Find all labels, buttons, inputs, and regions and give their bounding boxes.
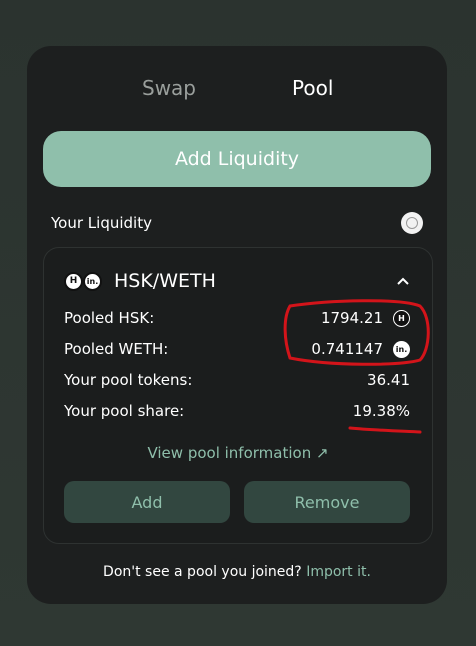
weth-token-icon: in.: [83, 271, 102, 291]
your-liquidity-title: Your Liquidity: [51, 214, 152, 232]
tab-swap[interactable]: Swap: [142, 76, 196, 100]
add-button[interactable]: Add: [64, 481, 230, 523]
pooled-weth-row: Pooled WETH: 0.741147 in.: [64, 340, 410, 362]
pool-share-label: Your pool share:: [64, 402, 185, 420]
tab-bar: Swap Pool: [27, 76, 447, 100]
add-liquidity-button[interactable]: Add Liquidity: [43, 131, 431, 187]
info-icon[interactable]: [401, 212, 423, 234]
pooled-weth-label: Pooled WETH:: [64, 340, 169, 358]
pool-share-value: 19.38%: [352, 402, 410, 420]
tab-pool[interactable]: Pool: [292, 76, 333, 100]
pool-card: Swap Pool Add Liquidity Your Liquidity H…: [27, 46, 447, 604]
pooled-weth-value: 0.741147: [311, 340, 383, 358]
import-pool-footer: Don't see a pool you joined? Import it.: [27, 564, 447, 580]
footer-text: Don't see a pool you joined?: [103, 564, 302, 580]
import-link[interactable]: Import it.: [306, 564, 371, 580]
pooled-hsk-value: 1794.21: [320, 309, 383, 327]
pooled-hsk-label: Pooled HSK:: [64, 309, 155, 327]
pooled-hsk-row: Pooled HSK: 1794.21 H: [64, 309, 410, 331]
pool-tokens-value: 36.41: [367, 371, 410, 389]
weth-token-icon: in.: [393, 340, 410, 358]
remove-button[interactable]: Remove: [244, 481, 410, 523]
view-pool-info-link[interactable]: View pool information ↗: [44, 444, 432, 462]
pool-tokens-row: Your pool tokens: 36.41: [64, 371, 410, 393]
hsk-token-icon: H: [64, 271, 83, 291]
pool-pair-header[interactable]: H in. HSK/WETH: [64, 270, 216, 292]
chevron-up-icon[interactable]: [396, 274, 410, 288]
pool-position-panel: H in. HSK/WETH Pooled HSK: 1794.21 H Poo…: [43, 247, 433, 544]
pool-pair-name: HSK/WETH: [114, 270, 216, 292]
pool-tokens-label: Your pool tokens:: [64, 371, 193, 389]
pool-share-row: Your pool share: 19.38%: [64, 402, 410, 424]
hsk-token-icon: H: [393, 309, 410, 327]
